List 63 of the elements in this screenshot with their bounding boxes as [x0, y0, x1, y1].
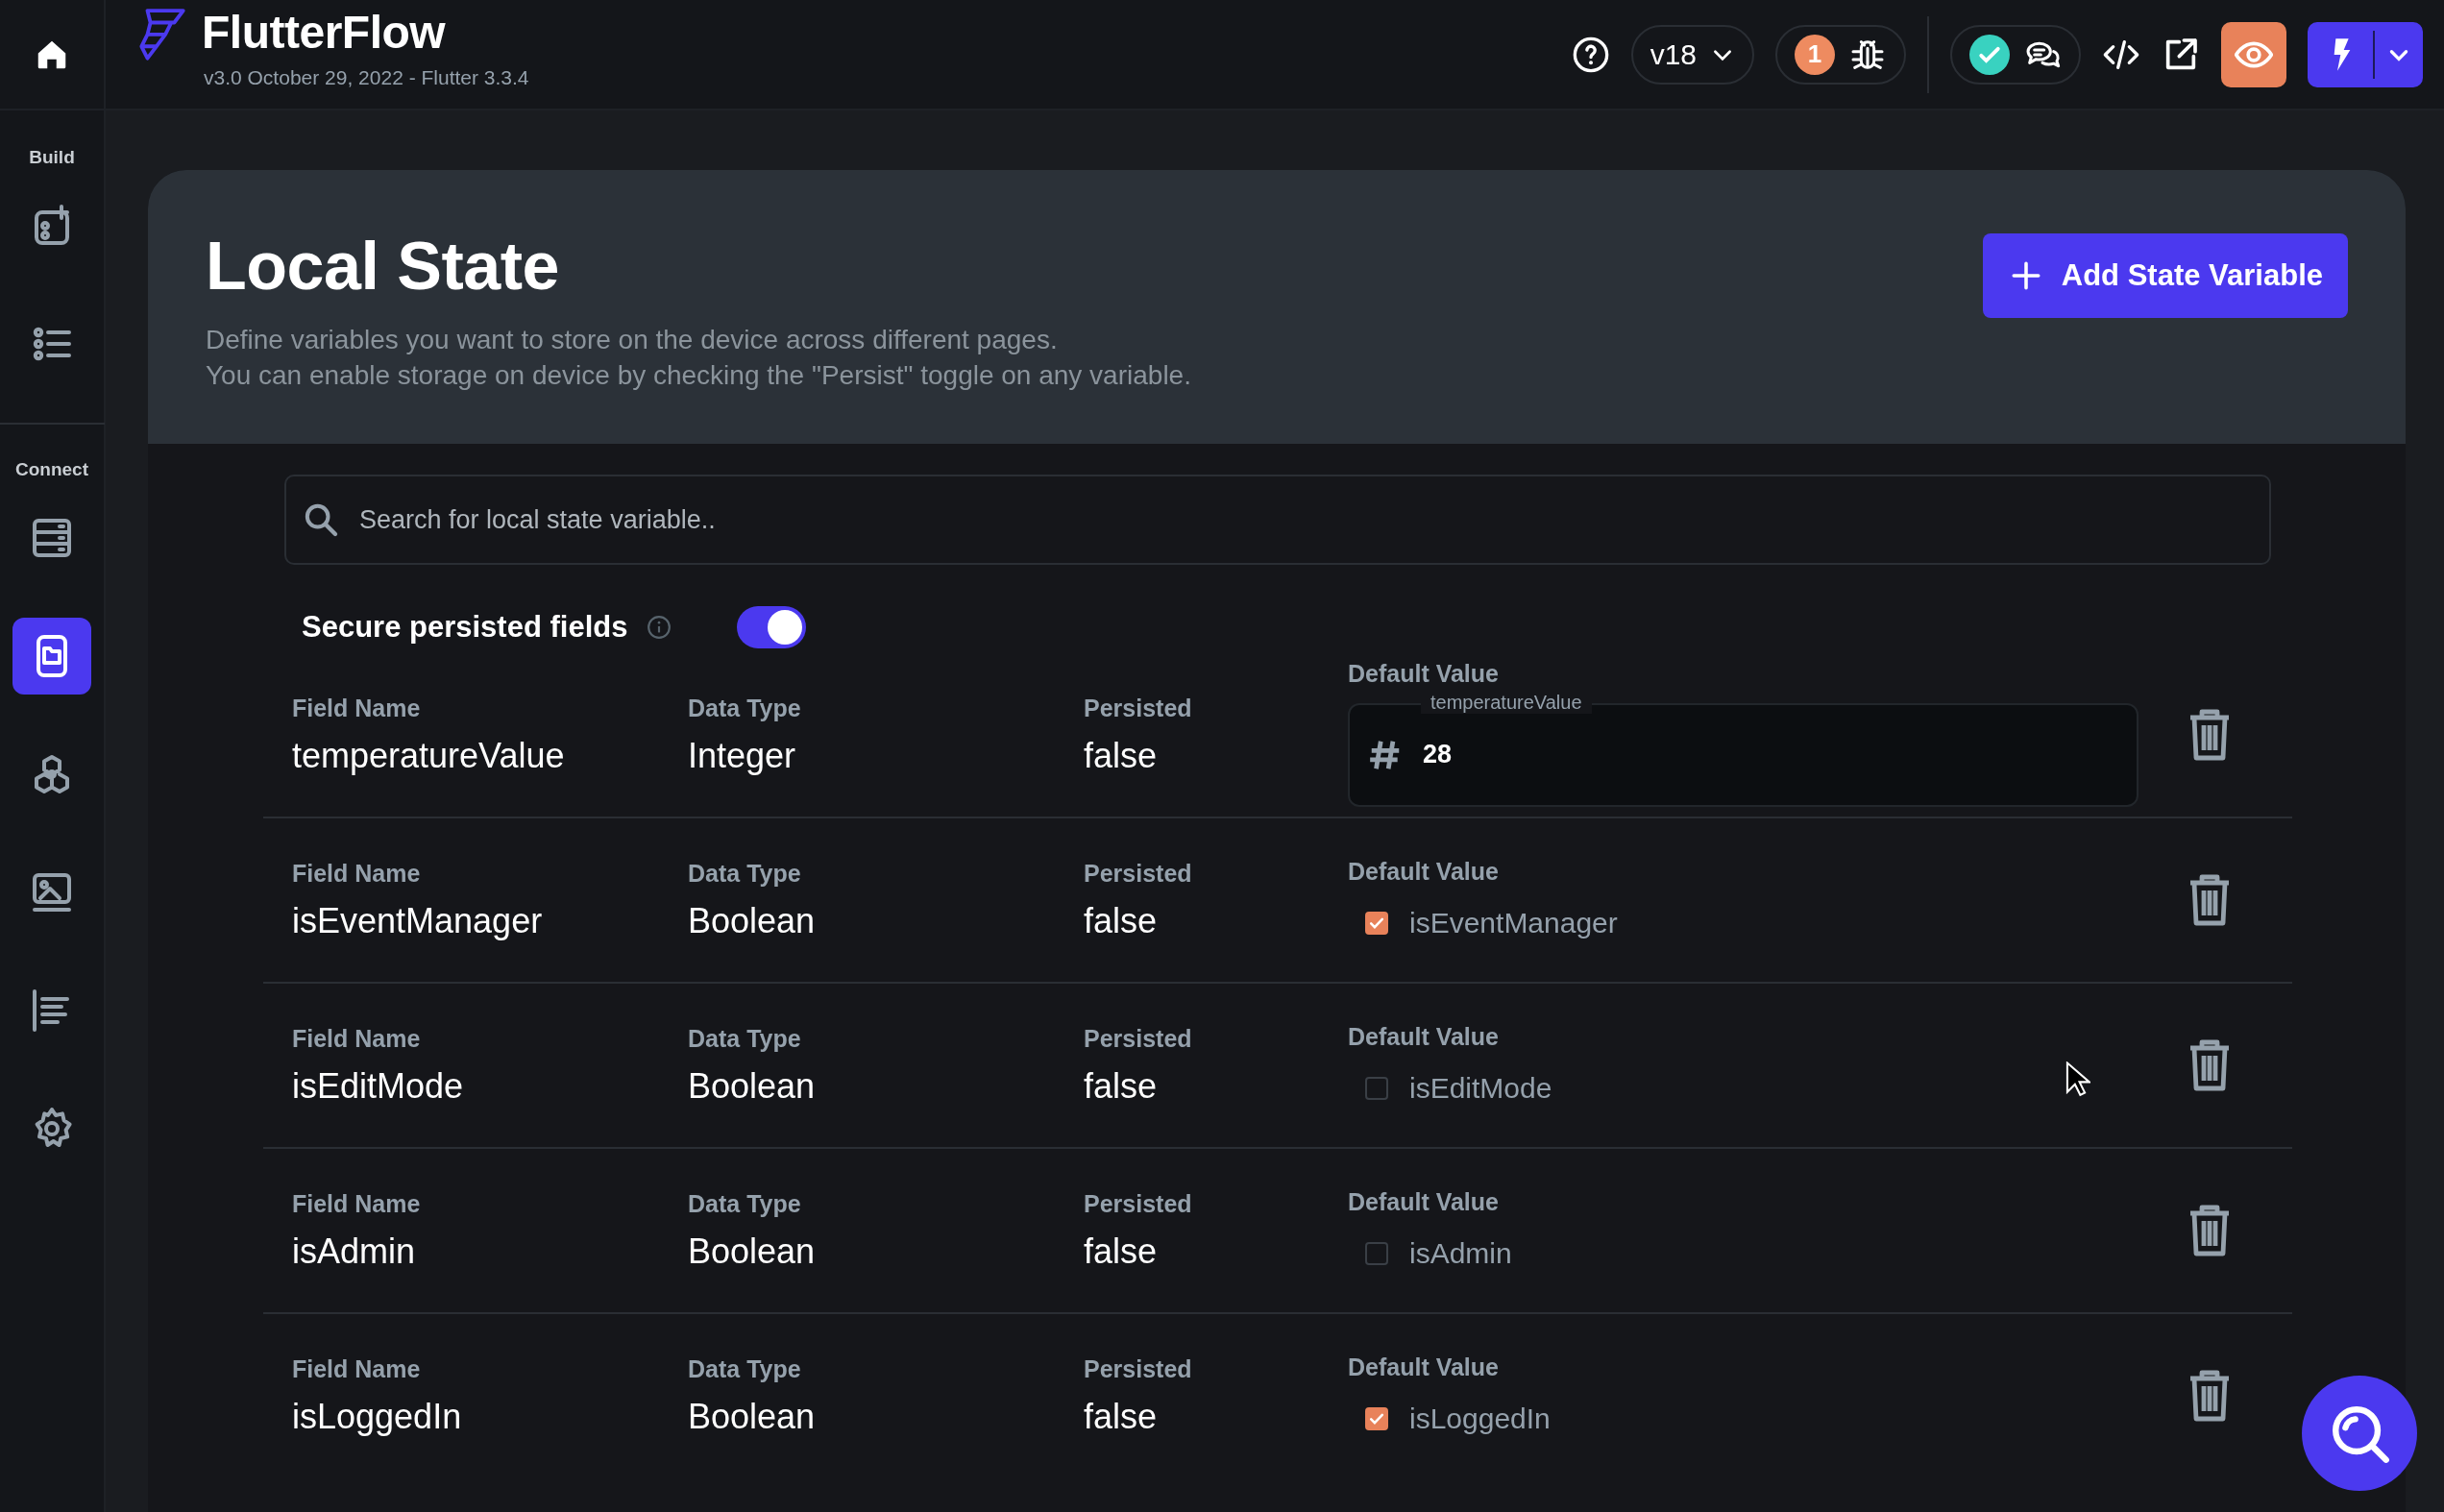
field-label: Default Value	[1348, 659, 1500, 688]
checkbox[interactable]	[1365, 911, 1388, 935]
field-label: Persisted	[1084, 694, 1193, 722]
version-info: v3.0 October 29, 2022 - Flutter 3.3.4	[204, 66, 529, 89]
field-name: isEventManager	[292, 900, 544, 941]
checkbox[interactable]	[1365, 1241, 1388, 1265]
persisted-value: false	[1084, 1396, 1159, 1437]
persisted-value: false	[1084, 1231, 1159, 1272]
field-label: Default Value	[1348, 857, 1500, 886]
field-name: isLoggedIn	[292, 1396, 463, 1437]
field-label: Data Type	[688, 1189, 802, 1218]
persisted-value: false	[1084, 735, 1159, 776]
checkbox[interactable]	[1365, 1406, 1388, 1430]
data-type: Boolean	[688, 1231, 817, 1272]
checkbox-label: isAdmin	[1409, 1236, 1512, 1270]
field-label: Persisted	[1084, 859, 1193, 888]
checkbox[interactable]	[1365, 1076, 1388, 1100]
field-label: Data Type	[688, 1354, 802, 1383]
secure-persisted-label: Secure persisted fields	[302, 610, 628, 645]
app-name: FlutterFlow	[202, 6, 447, 59]
sidebar-section-label: Connect	[15, 459, 88, 480]
checkbox-label: isLoggedIn	[1409, 1402, 1551, 1435]
preview-button[interactable]	[2221, 21, 2286, 87]
checkbox-label: isEventManager	[1409, 906, 1618, 939]
field-label: Persisted	[1084, 1024, 1193, 1053]
checkbox-label: isEditMode	[1409, 1071, 1552, 1105]
field-label: Persisted	[1084, 1189, 1193, 1218]
field-name: temperatureValue	[292, 735, 566, 776]
issues-count: 1	[1795, 34, 1835, 75]
field-label: Field Name	[292, 1189, 422, 1218]
field-label: Field Name	[292, 1354, 422, 1383]
info-icon[interactable]	[647, 615, 672, 640]
field-name: isAdmin	[292, 1231, 417, 1272]
add-state-variable-button[interactable]: Add State Variable	[1982, 233, 2348, 318]
cursor-icon	[2065, 1061, 2090, 1098]
sidebar-section-label: Build	[29, 147, 75, 168]
field-label: Data Type	[688, 694, 802, 722]
field-label: Data Type	[688, 859, 802, 888]
toggle-switch[interactable]	[737, 606, 807, 648]
data-type: Boolean	[688, 900, 817, 941]
persisted-value: false	[1084, 900, 1159, 941]
field-label: Default Value	[1348, 1353, 1500, 1381]
search-field[interactable]: Search for local state variable..	[284, 475, 2271, 565]
check-circle-icon	[1969, 34, 2010, 75]
run-button[interactable]	[2308, 21, 2423, 87]
version-dropdown[interactable]: v18	[1630, 24, 1754, 85]
page-description: Define variables you want to store on the device across different pages. You can enable storage on device by checking the "Persist" toggle on any variable.	[206, 324, 1191, 392]
data-type: Integer	[688, 735, 797, 776]
data-type: Boolean	[688, 1396, 817, 1437]
field-label: Field Name	[292, 1024, 422, 1053]
sidebar-item[interactable]	[12, 618, 91, 695]
field-label: Default Value	[1348, 1187, 1500, 1216]
field-label: Default Value	[1348, 1022, 1500, 1051]
page-title: Local State	[206, 228, 560, 305]
field-label: Field Name	[292, 694, 422, 722]
field-label: Persisted	[1084, 1354, 1193, 1383]
data-type: Boolean	[688, 1065, 817, 1107]
field-label: Field Name	[292, 859, 422, 888]
help-icon[interactable]	[1571, 35, 1610, 74]
field-label: Data Type	[688, 1024, 802, 1053]
status-pill[interactable]	[1950, 24, 2081, 85]
field-name: isEditMode	[292, 1065, 465, 1107]
persisted-value: false	[1084, 1065, 1159, 1107]
